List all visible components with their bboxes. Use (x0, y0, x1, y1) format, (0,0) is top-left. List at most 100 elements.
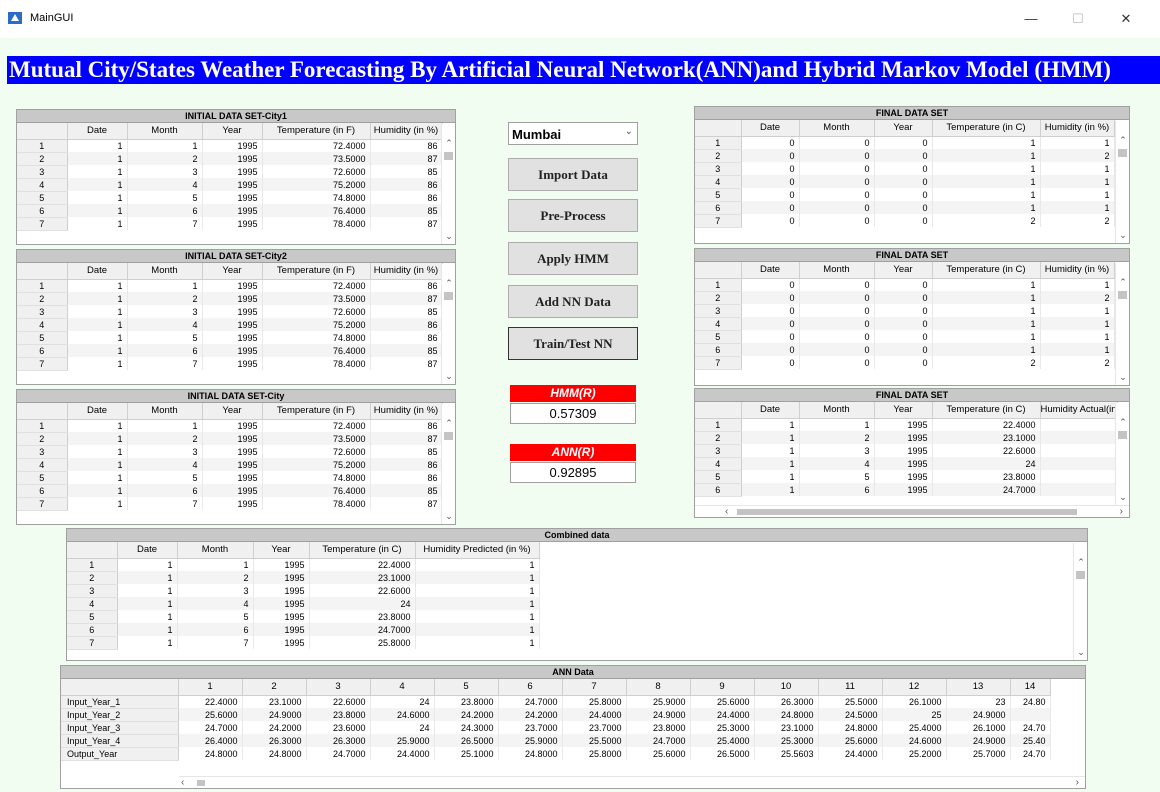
table-cell[interactable]: 1995 (253, 623, 310, 636)
table-cell[interactable]: 0 (799, 317, 875, 330)
column-header[interactable] (695, 120, 742, 137)
column-header[interactable]: Month (799, 402, 875, 419)
scroll-thumb[interactable] (737, 509, 1077, 515)
table-row[interactable]: 2 1 2 1995 23.1000 (695, 431, 1118, 445)
column-header[interactable]: 14 (1010, 679, 1051, 696)
row-header[interactable]: 5 (695, 188, 742, 202)
table-row[interactable]: 4 1 4 1995 75.2000 86 (17, 178, 443, 192)
table-cell[interactable]: 1 (67, 497, 128, 510)
table-cell[interactable]: 1995 (202, 152, 263, 165)
table-cell[interactable]: 25.5000 (562, 734, 627, 747)
table-cell[interactable] (1040, 444, 1118, 457)
table-cell[interactable]: 72.6000 (262, 305, 371, 318)
table-row[interactable]: 700022 (695, 214, 1115, 228)
data-grid[interactable]: Date Month Year Temperature (in C) Humidity … (695, 120, 1115, 228)
scroll-left-icon[interactable]: ‹ (725, 506, 728, 517)
data-grid[interactable]: Date Month Year Temperature (in C) Humidity … (695, 262, 1115, 370)
table-cell[interactable]: 1995 (202, 178, 263, 191)
table-cell[interactable]: 24.7000 (306, 747, 371, 760)
table-cell[interactable]: 72.6000 (262, 445, 371, 458)
column-header[interactable]: Humidity (in %) (370, 123, 443, 140)
table-cell[interactable]: 1995 (874, 418, 933, 431)
column-header[interactable] (61, 679, 179, 696)
table-cell[interactable]: 86 (370, 419, 443, 432)
table-cell[interactable]: 0 (799, 136, 875, 149)
table-cell[interactable]: 1 (1040, 201, 1115, 214)
table-cell[interactable]: 23.6000 (306, 721, 371, 734)
table-cell[interactable]: 23.1000 (242, 695, 307, 708)
table-final-dataset-1[interactable]: FINAL DATA SET Date Month Year Temperature (… (694, 106, 1130, 244)
row-header[interactable]: 7 (67, 636, 118, 650)
table-cell[interactable]: 1995 (202, 445, 263, 458)
table-cell[interactable]: 2 (177, 571, 254, 584)
table-cell[interactable]: 78.4000 (262, 497, 371, 510)
table-cell[interactable]: 87 (370, 432, 443, 445)
table-cell[interactable]: 3 (127, 165, 203, 178)
table-cell[interactable]: 0 (741, 304, 800, 317)
table-cell[interactable]: 0 (741, 136, 800, 149)
table-cell[interactable]: 0 (799, 162, 875, 175)
table-cell[interactable]: 6 (799, 483, 875, 496)
row-header[interactable]: 2 (695, 431, 742, 445)
table-cell[interactable]: 3 (127, 305, 203, 318)
table-cell[interactable]: 23 (946, 695, 1011, 708)
import-data-button[interactable]: Import Data (508, 158, 638, 191)
table-cell[interactable]: 2 (1040, 291, 1115, 304)
table-row[interactable]: 7 1 7 1995 78.4000 87 (17, 497, 443, 511)
table-cell[interactable]: 3 (177, 584, 254, 597)
table-cell[interactable]: 1995 (202, 279, 263, 292)
table-cell[interactable]: 1 (117, 597, 178, 610)
table-cell[interactable]: 23.1000 (932, 431, 1041, 444)
scroll-thumb[interactable] (1118, 431, 1127, 439)
table-cell[interactable]: 1 (67, 305, 128, 318)
table-cell[interactable]: 1995 (253, 571, 310, 584)
table-row[interactable]: 300011 (695, 304, 1115, 318)
minimize-button[interactable]: — (1016, 8, 1046, 30)
row-header[interactable]: 3 (17, 305, 68, 319)
column-header[interactable]: Humidity (in %) (1040, 262, 1115, 279)
column-header[interactable]: 8 (626, 679, 691, 696)
table-cell[interactable]: 24.7000 (498, 695, 563, 708)
table-cell[interactable]: 24.8000 (498, 747, 563, 760)
table-cell[interactable]: 25.5603 (754, 747, 819, 760)
table-cell[interactable]: 24.8000 (818, 721, 883, 734)
row-header[interactable]: Input_Year_4 (61, 734, 179, 748)
row-header[interactable]: 5 (17, 191, 68, 205)
table-cell[interactable]: 0 (741, 214, 800, 227)
table-cell[interactable]: 24.5000 (818, 708, 883, 721)
table-cell[interactable]: 75.2000 (262, 458, 371, 471)
table-cell[interactable]: 24.7000 (626, 734, 691, 747)
chevron-down-icon[interactable]: ⌄ (625, 126, 633, 137)
row-header[interactable]: 6 (695, 343, 742, 357)
table-cell[interactable]: 2 (1040, 214, 1115, 227)
column-header[interactable]: 2 (242, 679, 307, 696)
table-cell[interactable]: 26.1000 (882, 695, 947, 708)
scroll-up-icon[interactable]: ⌃ (442, 138, 455, 149)
table-cell[interactable]: 0 (799, 201, 875, 214)
table-cell[interactable]: 0 (799, 291, 875, 304)
table-cell[interactable]: 0 (874, 136, 933, 149)
table-row[interactable]: 2 1 2 1995 73.5000 87 (17, 432, 443, 446)
table-row[interactable]: Input_Year_2 25.6000 24.9000 23.8000 24.6000… (61, 708, 1051, 722)
table-cell[interactable]: 23.8000 (306, 708, 371, 721)
train-test-nn-button[interactable]: Train/Test NN (508, 327, 638, 360)
table-row[interactable]: 2 1 2 1995 73.5000 87 (17, 292, 443, 306)
row-header[interactable]: 6 (695, 201, 742, 215)
table-cell[interactable]: 26.5000 (434, 734, 499, 747)
column-header[interactable]: Humidity (in %) (1040, 120, 1115, 137)
table-cell[interactable]: 0 (799, 304, 875, 317)
table-cell[interactable]: 1 (67, 432, 128, 445)
table-cell[interactable]: 2 (799, 431, 875, 444)
table-cell[interactable]: 26.4000 (178, 734, 243, 747)
table-cell[interactable]: 1995 (202, 432, 263, 445)
scroll-down-icon[interactable]: ⌄ (1116, 492, 1129, 503)
table-cell[interactable] (1040, 483, 1118, 496)
table-cell[interactable]: 1 (799, 418, 875, 431)
table-cell[interactable]: 25.3000 (754, 734, 819, 747)
table-cell[interactable]: 0 (874, 162, 933, 175)
table-cell[interactable]: 25.6000 (818, 734, 883, 747)
table-cell[interactable]: 1 (741, 457, 800, 470)
table-cell[interactable]: 0 (874, 356, 933, 369)
table-cell[interactable]: 0 (874, 291, 933, 304)
table-cell[interactable]: 7 (127, 217, 203, 230)
